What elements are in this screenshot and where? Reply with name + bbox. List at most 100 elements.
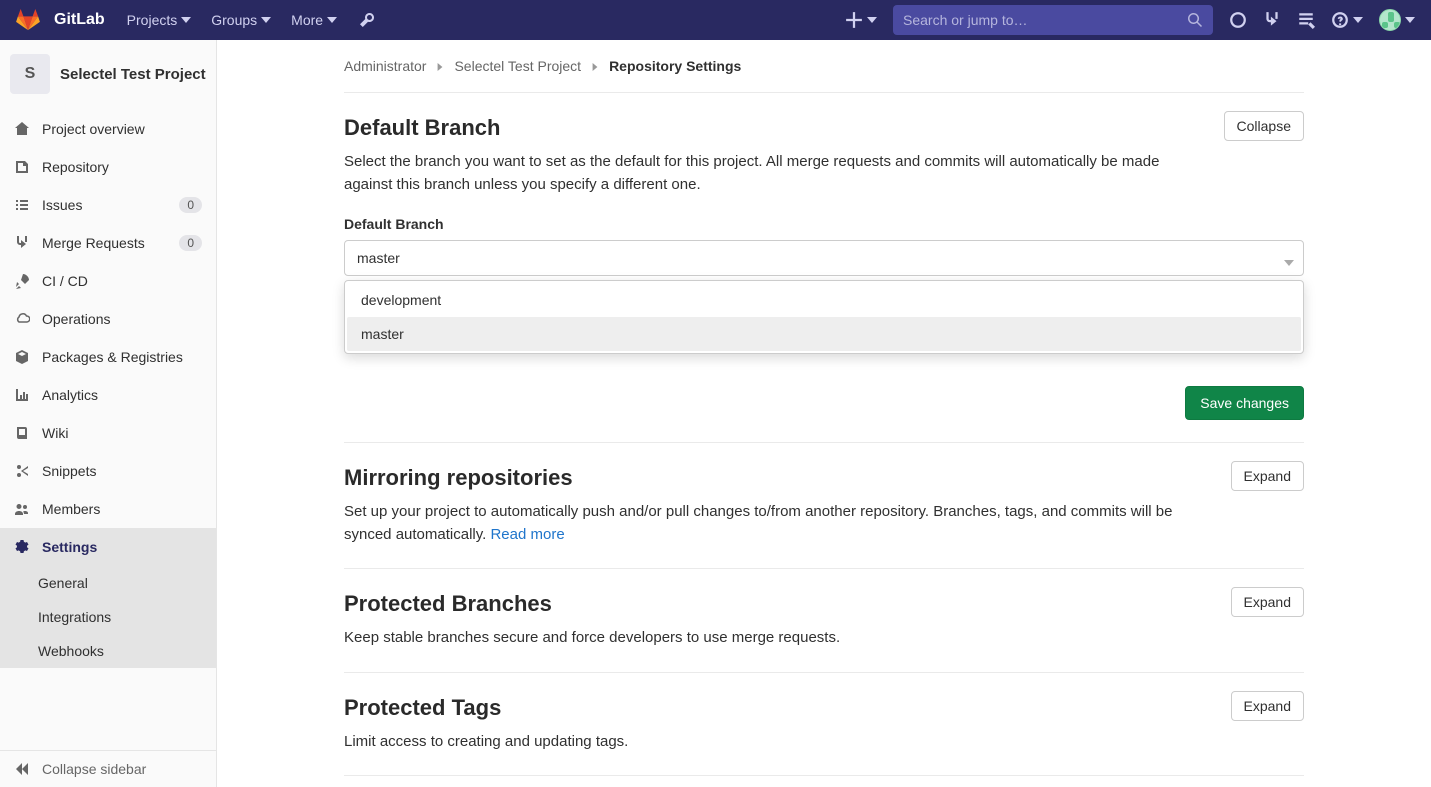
sidebar-item-repository[interactable]: Repository [0, 148, 216, 186]
user-menu[interactable] [1379, 9, 1415, 31]
chevron-down-icon [1353, 16, 1363, 24]
brand-name[interactable]: GitLab [54, 11, 105, 29]
section-description: Select the branch you want to set as the… [344, 151, 1194, 196]
branch-option-master[interactable]: master [347, 317, 1301, 351]
expand-button[interactable]: Expand [1231, 461, 1304, 491]
nav-menu: Projects Groups More [119, 6, 375, 34]
merge-request-icon [14, 235, 30, 251]
read-more-link[interactable]: Read more [490, 526, 564, 543]
expand-button[interactable]: Expand [1231, 691, 1304, 721]
gitlab-logo[interactable] [16, 9, 40, 31]
nav-more[interactable]: More [283, 6, 345, 34]
section-description: Limit access to creating and updating ta… [344, 731, 1194, 754]
sidebar-item-merge-requests[interactable]: Merge Requests 0 [0, 224, 216, 262]
project-sidebar: S Selectel Test Project Project overview… [0, 40, 217, 787]
crumb-admin[interactable]: Administrator [344, 58, 426, 74]
new-menu[interactable] [845, 11, 877, 29]
subnav-integrations[interactable]: Integrations [0, 600, 216, 634]
sidebar-item-overview[interactable]: Project overview [0, 110, 216, 148]
book-icon [14, 425, 30, 441]
section-protected-branches: Expand Protected Branches Keep stable br… [344, 569, 1304, 673]
repo-icon [14, 159, 30, 175]
issues-icon [14, 197, 30, 213]
header-actions [845, 5, 1415, 35]
default-branch-dropdown: development master [344, 280, 1304, 354]
search-icon [1187, 12, 1203, 28]
sidebar-item-label: Wiki [42, 425, 202, 441]
help-menu[interactable] [1331, 11, 1363, 29]
nav-groups-label: Groups [211, 12, 257, 28]
collapse-sidebar-button[interactable]: Collapse sidebar [0, 750, 216, 787]
project-name: Selectel Test Project [60, 66, 206, 83]
rocket-icon [14, 273, 30, 289]
section-description-text: Set up your project to automatically pus… [344, 503, 1172, 543]
search-box[interactable] [893, 5, 1213, 35]
chevron-right-icon [436, 58, 444, 74]
search-input[interactable] [903, 12, 1179, 28]
sidebar-item-label: Analytics [42, 387, 202, 403]
select-value[interactable]: master [344, 240, 1304, 276]
section-default-branch: Collapse Default Branch Select the branc… [344, 93, 1304, 443]
sidebar-item-operations[interactable]: Operations [0, 300, 216, 338]
sidebar-item-members[interactable]: Members [0, 490, 216, 528]
sidebar-item-label: Issues [42, 197, 167, 213]
section-protected-tags: Expand Protected Tags Limit access to cr… [344, 673, 1304, 777]
crumb-project[interactable]: Selectel Test Project [454, 58, 581, 74]
mrs-count-badge: 0 [179, 235, 202, 251]
chevron-down-icon [261, 15, 271, 25]
sidebar-item-label: Snippets [42, 463, 202, 479]
section-deploy-tokens: Expand Deploy Tokens Deploy tokens allow… [344, 776, 1304, 787]
save-changes-button[interactable]: Save changes [1185, 386, 1304, 420]
sidebar-item-label: Operations [42, 311, 202, 327]
sidebar-item-label: Settings [42, 539, 202, 555]
sidebar-item-settings[interactable]: Settings [0, 528, 216, 566]
chevron-down-icon [327, 15, 337, 25]
collapse-sidebar-label: Collapse sidebar [42, 761, 146, 777]
scissors-icon [14, 463, 30, 479]
issues-shortcut-icon[interactable] [1229, 11, 1247, 29]
section-title: Mirroring repositories [344, 465, 1304, 491]
merge-requests-shortcut-icon[interactable] [1263, 11, 1281, 29]
default-branch-select[interactable]: master development master [344, 240, 1304, 276]
sidebar-item-wiki[interactable]: Wiki [0, 414, 216, 452]
main-content: Administrator Selectel Test Project Repo… [217, 40, 1431, 787]
sidebar-item-label: CI / CD [42, 273, 202, 289]
subnav-webhooks[interactable]: Webhooks [0, 634, 216, 668]
admin-wrench-icon[interactable] [359, 12, 375, 28]
sidebar-item-analytics[interactable]: Analytics [0, 376, 216, 414]
crumb-page: Repository Settings [609, 58, 741, 74]
sidebar-item-cicd[interactable]: CI / CD [0, 262, 216, 300]
sidebar-item-packages[interactable]: Packages & Registries [0, 338, 216, 376]
chevron-down-icon [1405, 16, 1415, 24]
chevron-down-icon [1284, 254, 1294, 270]
user-avatar [1379, 9, 1401, 31]
nav-groups[interactable]: Groups [203, 6, 279, 34]
expand-button[interactable]: Expand [1231, 587, 1304, 617]
nav-projects[interactable]: Projects [119, 6, 200, 34]
sidebar-item-label: Members [42, 501, 202, 517]
sidebar-item-issues[interactable]: Issues0 [0, 186, 216, 224]
plus-icon [845, 11, 863, 29]
select-value-text: master [357, 250, 400, 266]
section-mirroring: Expand Mirroring repositories Set up you… [344, 443, 1304, 569]
chevron-down-icon [867, 16, 877, 24]
settings-subnav: General Integrations Webhooks [0, 566, 216, 668]
todos-shortcut-icon[interactable] [1297, 11, 1315, 29]
sidebar-item-label: Merge Requests [42, 235, 167, 251]
subnav-general[interactable]: General [0, 566, 216, 600]
project-avatar: S [10, 54, 50, 94]
branch-option-development[interactable]: development [347, 283, 1301, 317]
nav-more-label: More [291, 12, 323, 28]
help-icon [1331, 11, 1349, 29]
collapse-button[interactable]: Collapse [1224, 111, 1304, 141]
section-description: Keep stable branches secure and force de… [344, 627, 1194, 650]
chevron-right-icon [591, 58, 599, 74]
sidebar-item-snippets[interactable]: Snippets [0, 452, 216, 490]
project-header[interactable]: S Selectel Test Project [0, 40, 216, 110]
gear-icon [14, 539, 30, 555]
sidebar-item-label: Packages & Registries [42, 349, 202, 365]
top-header: GitLab Projects Groups More [0, 0, 1431, 40]
sidebar-item-label: Repository [42, 159, 202, 175]
users-icon [14, 501, 30, 517]
chevron-left-double-icon [14, 761, 30, 777]
